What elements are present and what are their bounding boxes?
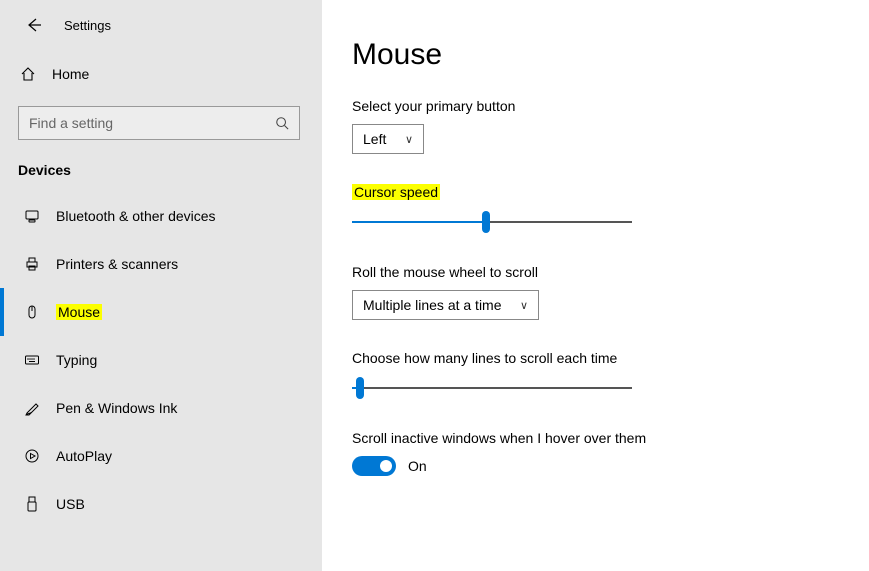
main-panel: Mouse Select your primary button Left ∨ … — [322, 0, 869, 571]
mouse-icon — [24, 304, 56, 320]
devices-icon — [24, 208, 56, 224]
search-input[interactable] — [29, 115, 275, 131]
primary-button-value: Left — [363, 131, 386, 147]
page-title: Mouse — [352, 38, 839, 72]
sidebar-item-mouse[interactable]: Mouse — [0, 288, 322, 336]
slider-thumb[interactable] — [356, 377, 364, 399]
sidebar-item-label: Mouse — [56, 304, 102, 320]
sidebar-item-label: Pen & Windows Ink — [56, 400, 177, 416]
sidebar-item-typing[interactable]: Typing — [0, 336, 322, 384]
sidebar-item-printers[interactable]: Printers & scanners — [0, 240, 322, 288]
keyboard-icon — [24, 352, 56, 368]
sidebar-item-label: AutoPlay — [56, 448, 112, 464]
inactive-scroll-value: On — [408, 458, 427, 474]
primary-button-select[interactable]: Left ∨ — [352, 124, 424, 154]
printer-icon — [24, 256, 56, 272]
chevron-down-icon: ∨ — [520, 299, 528, 312]
sidebar-item-label: Bluetooth & other devices — [56, 208, 216, 224]
search-icon — [275, 116, 289, 130]
scroll-mode-select[interactable]: Multiple lines at a time ∨ — [352, 290, 539, 320]
sidebar-item-pen[interactable]: Pen & Windows Ink — [0, 384, 322, 432]
slider-track — [352, 387, 632, 389]
scroll-lines-label: Choose how many lines to scroll each tim… — [352, 350, 839, 366]
sidebar-item-usb[interactable]: USB — [0, 480, 322, 528]
slider-fill — [352, 221, 486, 223]
sidebar-item-label: Printers & scanners — [56, 256, 178, 272]
pen-icon — [24, 400, 56, 416]
inactive-scroll-label: Scroll inactive windows when I hover ove… — [352, 430, 839, 446]
header-row: Settings — [0, 14, 322, 44]
back-button[interactable] — [26, 17, 46, 33]
home-label: Home — [52, 66, 89, 82]
toggle-knob — [380, 460, 392, 472]
section-header-devices: Devices — [0, 150, 322, 184]
cursor-speed-label: Cursor speed — [352, 184, 839, 200]
sidebar-item-label: USB — [56, 496, 85, 512]
autoplay-icon — [24, 448, 56, 464]
search-wrap — [0, 92, 322, 150]
sidebar-item-bluetooth[interactable]: Bluetooth & other devices — [0, 192, 322, 240]
search-box[interactable] — [18, 106, 300, 140]
sidebar-item-label: Typing — [56, 352, 97, 368]
scroll-mode-value: Multiple lines at a time — [363, 297, 502, 313]
inactive-scroll-toggle[interactable] — [352, 456, 396, 476]
inactive-scroll-row: On — [352, 456, 839, 476]
home-icon — [20, 66, 52, 82]
slider-thumb[interactable] — [482, 211, 490, 233]
cursor-speed-slider[interactable] — [352, 210, 632, 234]
primary-button-label: Select your primary button — [352, 98, 839, 114]
sidebar: Settings Home Devices Bluetooth & other … — [0, 0, 322, 571]
scroll-mode-label: Roll the mouse wheel to scroll — [352, 264, 839, 280]
chevron-down-icon: ∨ — [405, 133, 413, 146]
usb-icon — [24, 496, 56, 512]
home-link[interactable]: Home — [0, 56, 322, 92]
app-title: Settings — [64, 18, 111, 33]
sidebar-item-autoplay[interactable]: AutoPlay — [0, 432, 322, 480]
scroll-lines-slider[interactable] — [352, 376, 632, 400]
